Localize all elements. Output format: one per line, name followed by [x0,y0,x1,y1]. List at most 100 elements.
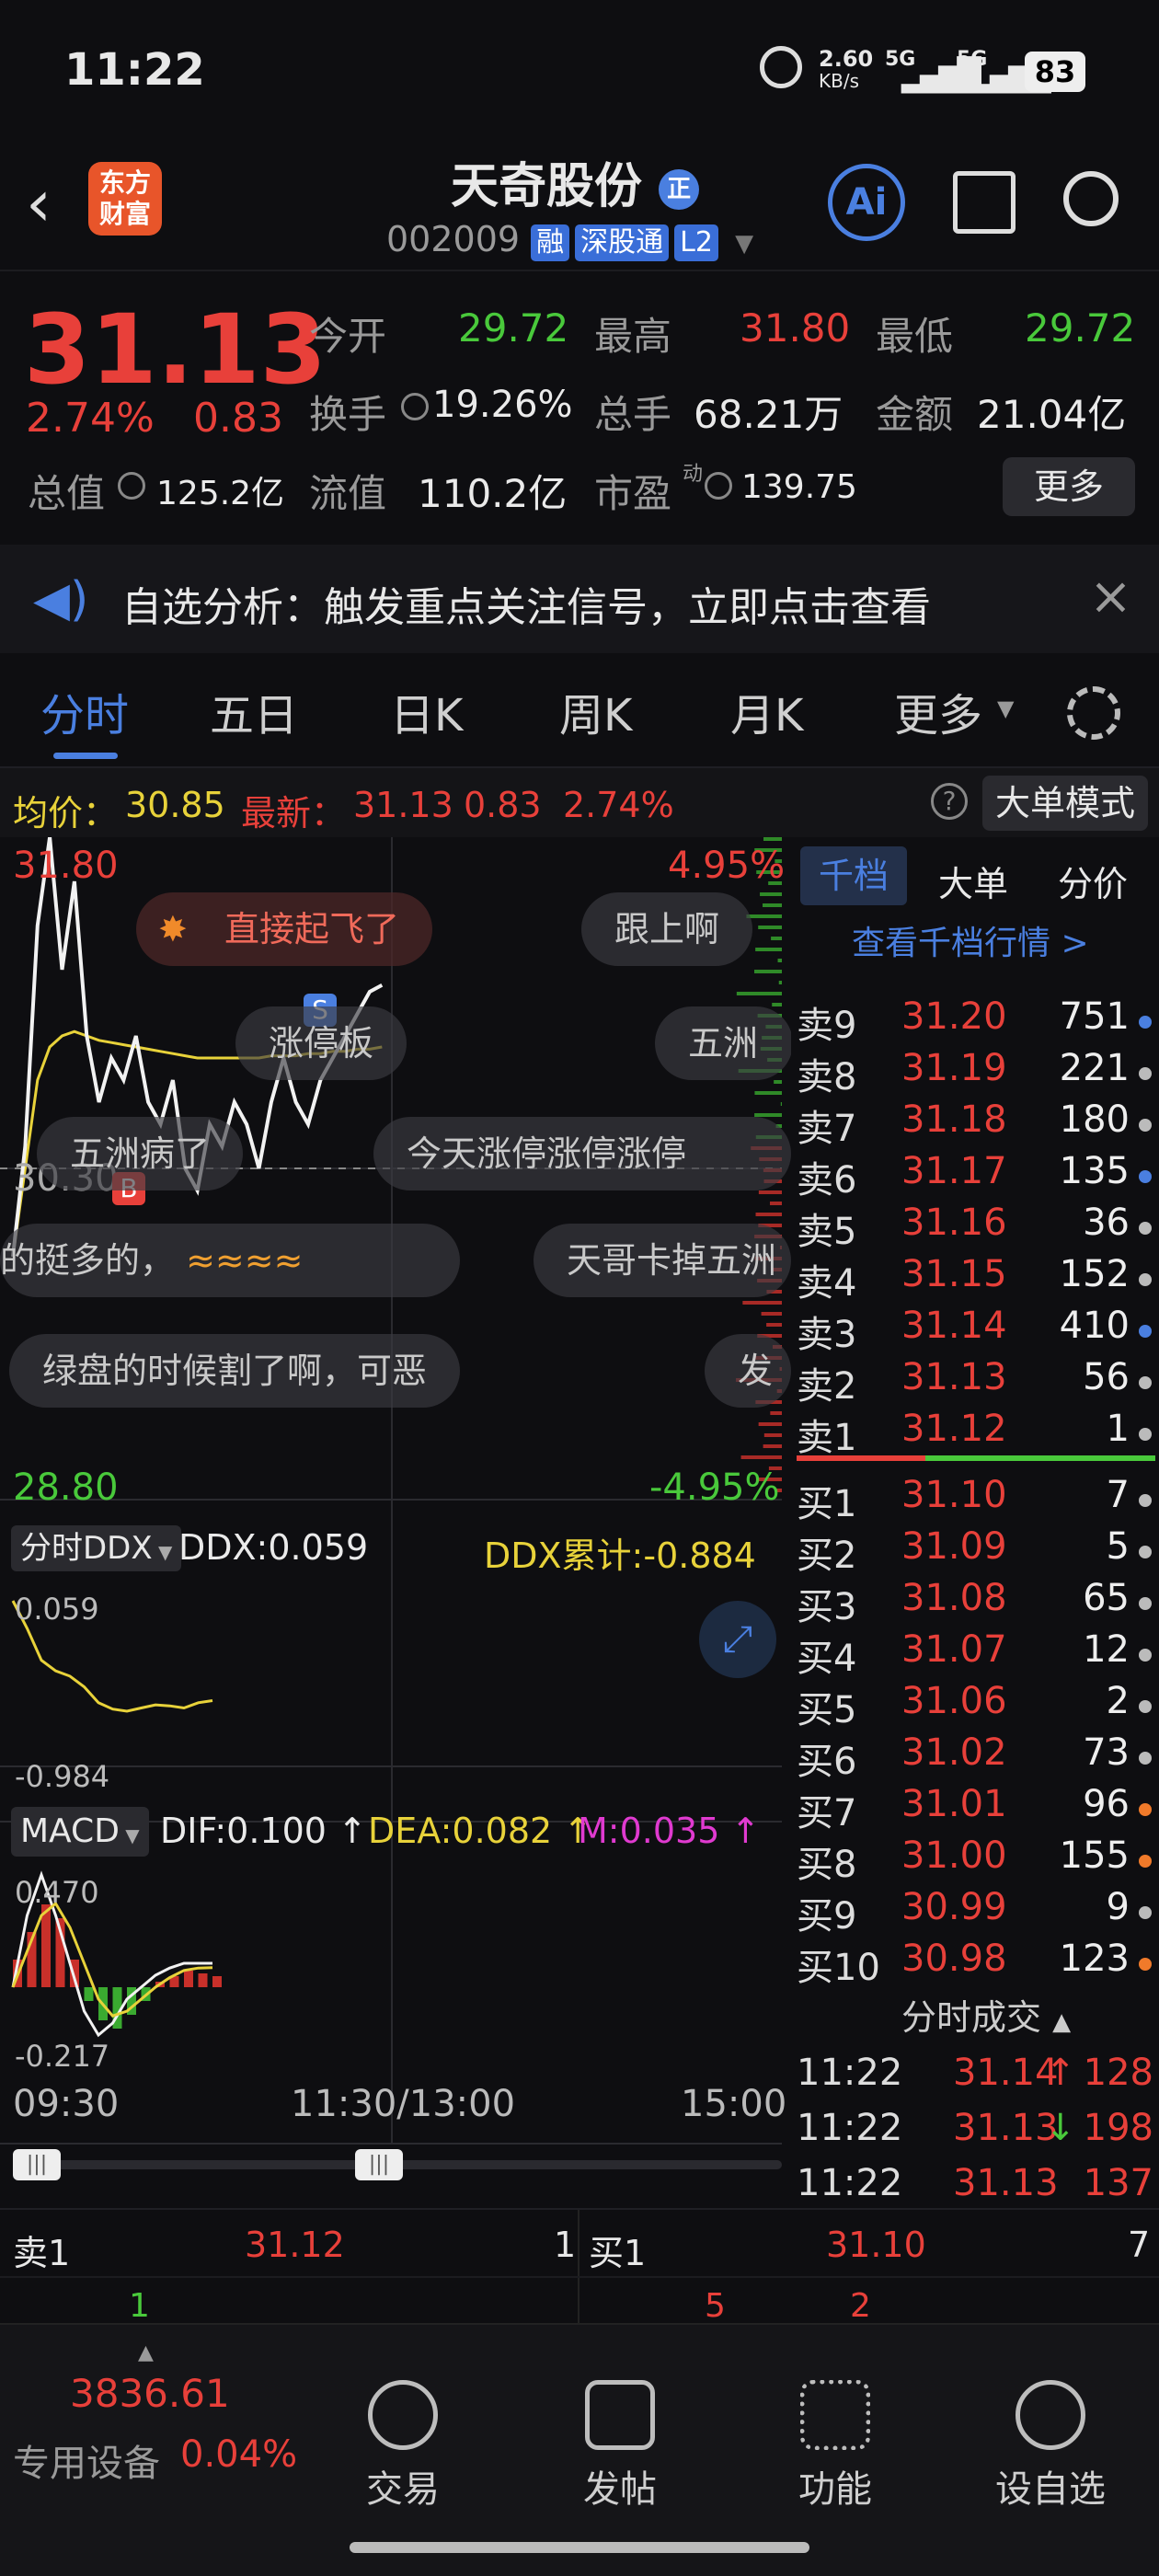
clock: 11:22 [64,44,205,96]
stock-title[interactable]: 天奇股份 正 [451,147,700,216]
tab-daily-k[interactable]: 日K [390,679,463,743]
level-price: 31.17 [901,1150,1007,1192]
change-percent: 2.74% [26,395,155,442]
expand-icon[interactable]: ⤢ [699,1601,776,1678]
tab-intraday[interactable]: 分时 [40,679,129,743]
level-label: 卖1 [797,1417,857,1459]
tab-monthly-k[interactable]: 月K [730,679,803,743]
bid-row[interactable]: 买3 31.08 65 [791,1577,1159,1628]
nav-add-watchlist[interactable]: 设自选 [968,2380,1133,2513]
trades-header[interactable]: 分时成交 ▲ [901,1989,1071,2040]
help-icon[interactable]: ? [931,783,968,820]
order-dot-icon [1139,1325,1152,1338]
back-icon[interactable]: ‹ [26,166,52,241]
bid-row[interactable]: 买7 31.01 96 [791,1783,1159,1834]
tag-level2: L2 [674,224,718,261]
low-value: 29.72 [1025,305,1136,351]
big-order-mode-button[interactable]: 大单模式 [982,776,1148,831]
tab-big-orders[interactable]: 大单 [938,856,1008,906]
level-volume: 123 [1059,1938,1130,1980]
range-handle-left[interactable]: ||| [13,2149,61,2180]
ask-row[interactable]: 卖2 31.13 56 [791,1356,1159,1408]
nav-label: 设自选 [995,2468,1106,2511]
nav-label: 发帖 [583,2468,657,2511]
info-icon[interactable] [118,472,145,500]
danmaku-item[interactable]: 涨停板 [235,1006,407,1080]
search-icon[interactable] [1063,171,1119,226]
level-volume: 96 [1083,1783,1130,1825]
stock-code-row[interactable]: 002009 融深股通 L2 ▼ [386,219,753,261]
depth-bar [763,837,782,841]
close-icon[interactable]: × [1089,567,1132,627]
danmaku-item[interactable]: 今天涨停涨停涨停 [373,1117,791,1190]
ask-row[interactable]: 卖7 31.18 180 [791,1098,1159,1150]
share-icon[interactable] [953,171,1016,234]
range-handle-right[interactable]: ||| [355,2149,403,2180]
tab-indicator [53,753,118,759]
ai-button[interactable]: Ai [828,164,905,241]
nav-trade[interactable]: 交易 [320,2380,486,2513]
bid-row[interactable]: 买2 31.09 5 [791,1525,1159,1577]
danmaku-item[interactable]: 五洲 [655,1006,793,1080]
dif-text: DIF:0.100 [160,1811,327,1851]
bid-row[interactable]: 买8 31.00 155 [791,1834,1159,1886]
chevron-down-icon: ▼ [119,1824,140,1846]
depth-bar [754,1091,782,1095]
danmaku-item[interactable]: 跟上啊 [581,892,753,966]
danmaku-item[interactable]: 绿盘的时候割了啊，可恶 [9,1334,461,1408]
bid-row[interactable]: 买5 31.06 2 [791,1680,1159,1731]
level-label: 买4 [797,1638,857,1680]
order-dot-icon [1139,1494,1152,1507]
nav-post[interactable]: 发帖 [537,2380,703,2513]
level-volume: 155 [1059,1834,1130,1877]
ask-row[interactable]: 卖3 31.14 410 [791,1305,1159,1356]
tab-weekly-k[interactable]: 周K [559,679,632,743]
view-depth-link[interactable]: 查看千档行情 > [852,916,1089,964]
ask-row[interactable]: 卖4 31.15 152 [791,1253,1159,1305]
notice-banner[interactable]: ◀) 自选分析：触发重点关注信号，立即点击查看 × [0,545,1159,653]
ask-row[interactable]: 卖9 31.20 751 [791,995,1159,1047]
bid-row[interactable]: 买4 31.07 12 [791,1628,1159,1680]
quote-panel: 31.13 2.74% 0.83 今开 29.72 最高 31.80 最低 29… [0,273,1159,545]
ask-row[interactable]: 卖5 31.16 36 [791,1202,1159,1253]
info-icon[interactable] [401,393,429,420]
level-label: 卖6 [797,1159,857,1202]
ask-row[interactable]: 卖8 31.19 221 [791,1047,1159,1098]
danmaku-item[interactable]: 五洲病了 [37,1117,244,1190]
trade-price: 31.13 [953,2162,1059,2204]
ask-queue-item: 1 [129,2287,150,2325]
bid-row[interactable]: 买1 31.10 7 [791,1474,1159,1525]
volume-label: 总手 [594,392,672,437]
danmaku-item[interactable]: 的挺多的， ≈≈≈≈ [0,1224,460,1297]
pe-value: 139.75 [741,468,857,506]
dea-text: DEA:0.082 [368,1811,553,1851]
danmaku-item[interactable]: ✸ 直接起飞了 [136,892,433,966]
info-icon[interactable] [705,472,732,500]
bid-row[interactable]: 买10 30.98 123 [791,1938,1159,1989]
ddx-indicator-select[interactable]: 分时DDX ▼ [11,1525,182,1571]
more-button[interactable]: 更多 [1003,457,1135,516]
gear-icon[interactable] [1067,686,1120,740]
order-dot-icon [1139,1546,1152,1558]
bid-row[interactable]: 买6 31.02 73 [791,1731,1159,1783]
price-axis-top: 31.80 [13,845,119,887]
ask-row[interactable]: 卖6 31.17 135 [791,1150,1159,1202]
pe-label: 市盈 [594,471,672,516]
latest-value: 31.13 [353,785,453,825]
danmaku-item[interactable]: 发 [705,1334,791,1408]
tab-order-depth[interactable]: 千档 [800,846,907,905]
trade-volume: 198 [1083,2107,1153,2149]
index-widget[interactable]: ▲ 3836.61 专用设备 0.04% [0,2341,331,2500]
bid-row[interactable]: 买9 30.99 9 [791,1886,1159,1938]
depth-bar [758,1190,782,1194]
ask-row[interactable]: 卖1 31.12 1 [791,1408,1159,1459]
tab-price-distribution[interactable]: 分价 [1058,856,1128,906]
order-dot-icon [1139,1700,1152,1713]
tab-more[interactable]: 更多 [894,679,982,743]
macd-indicator-select[interactable]: MACD ▼ [11,1807,149,1857]
intraday-chart[interactable]: 31.80 30.30 28.80 4.95% -4.95% B S ✸直接起飞… [0,837,793,2217]
danmaku-item[interactable]: 天哥卡掉五洲 [534,1224,791,1297]
trade-direction-icon: ↓ [1045,2107,1076,2149]
tab-five-day[interactable]: 五日 [210,679,298,743]
nav-functions[interactable]: 功能 [752,2380,918,2513]
